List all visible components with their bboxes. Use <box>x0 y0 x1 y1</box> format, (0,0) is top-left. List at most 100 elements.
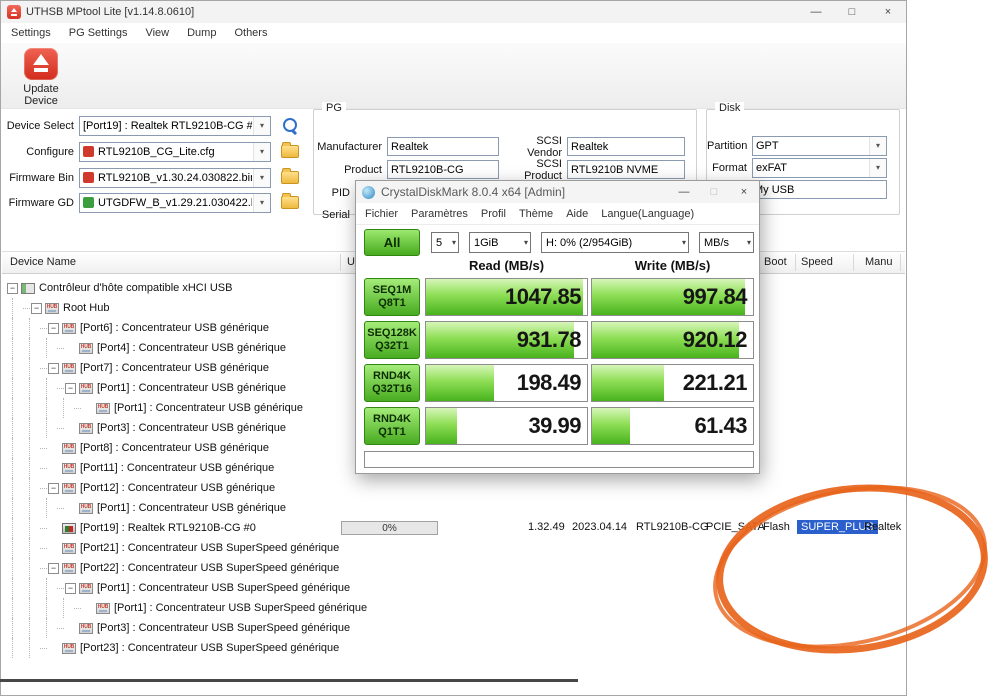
tree-item-label: [Port22] : Concentrateur USB SuperSpeed … <box>80 562 339 574</box>
cdm-write-cell: 221.21 <box>591 364 754 402</box>
column-header-manu[interactable]: Manu <box>865 256 893 268</box>
tree-connector <box>41 538 48 558</box>
cdm-menu-item[interactable]: Langue(Language) <box>601 208 694 220</box>
tree-expand-toggle[interactable]: − <box>65 383 76 394</box>
tree-expand-toggle[interactable]: − <box>7 283 18 294</box>
volume-name-field[interactable]: My USB <box>750 180 887 199</box>
product-field[interactable]: RTL9210B-CG <box>387 160 499 179</box>
tree-connector <box>75 398 82 418</box>
tree-connector <box>41 638 48 658</box>
cdm-test-size-select[interactable]: 1GiB ▾ <box>469 232 531 253</box>
tree-guide-line <box>24 438 41 458</box>
tree-expand-toggle[interactable]: − <box>48 563 59 574</box>
cdm-test-name: RND4K <box>373 413 411 426</box>
tree-expand-toggle[interactable]: − <box>65 583 76 594</box>
tree-item[interactable]: −[Port1] : Concentrateur USB SuperSpeed … <box>7 578 905 598</box>
tree-item[interactable]: −[Port12] : Concentrateur USB générique <box>7 478 905 498</box>
firmware-bin-combo[interactable]: RTL9210B_v1.30.24.030822.bin ▾ <box>79 168 271 188</box>
column-header-boot[interactable]: Boot <box>764 256 787 268</box>
usb-hub-icon <box>45 303 59 314</box>
folder-icon <box>281 145 299 158</box>
firmware-bin-browse-button[interactable] <box>277 167 303 189</box>
tree-guide-line <box>7 458 24 478</box>
tree-item-label: [Port1] : Concentrateur USB générique <box>97 382 286 394</box>
tree-connector <box>41 358 48 378</box>
scsi-vendor-field[interactable]: Realtek <box>567 137 685 156</box>
tree-guide-line <box>41 378 58 398</box>
configure-browse-button[interactable] <box>277 141 303 163</box>
cdm-menu-item[interactable]: Aide <box>566 208 588 220</box>
menu-item[interactable]: View <box>145 27 169 39</box>
cdm-menu-item[interactable]: Thème <box>519 208 553 220</box>
tree-item[interactable]: [Port1] : Concentrateur USB générique <box>7 498 905 518</box>
device-select-combo[interactable]: [Port19] : Realtek RTL9210B-CG #0 ▾ <box>79 116 271 136</box>
firmware-gd-value: UTGDFW_B_v1.29.21.030422.bin <box>98 197 252 209</box>
cdm-comment-field[interactable] <box>364 451 754 468</box>
tree-expand-toggle[interactable]: − <box>31 303 42 314</box>
menu-item[interactable]: Dump <box>187 27 216 39</box>
usb-hub-icon <box>79 583 93 594</box>
usb-hub-icon <box>62 483 76 494</box>
tree-item[interactable]: − [Port22] : Concentrateur USB SuperSpeed… <box>7 558 905 578</box>
cdm-test-queue-thread: Q32T1 <box>375 340 409 353</box>
cdm-menu-item[interactable]: Fichier <box>365 208 398 220</box>
cdm-maximize-button[interactable]: □ <box>699 181 729 203</box>
tree-item[interactable]: [Port3] : Concentrateur USB SuperSpeed g… <box>7 618 905 638</box>
cdm-menu-item[interactable]: Paramètres <box>411 208 468 220</box>
device-select-label: Device Select <box>1 120 79 132</box>
mptool-titlebar[interactable]: UTHSB MPtool Lite [v1.14.8.0610] — □ × <box>1 1 906 23</box>
update-device-icon <box>24 48 58 80</box>
firmware-gd-combo[interactable]: UTGDFW_B_v1.29.21.030422.bin ▾ <box>79 193 271 213</box>
usb-hub-icon <box>79 343 93 354</box>
cdm-test-count-select[interactable]: 5 ▾ <box>431 232 459 253</box>
cdm-test-button[interactable]: SEQ1MQ8T1 <box>364 278 420 316</box>
usb-hub-icon <box>62 543 76 554</box>
tree-expand-toggle[interactable]: − <box>48 363 59 374</box>
menu-item[interactable]: Settings <box>11 27 51 39</box>
cdm-test-button[interactable]: RND4KQ1T1 <box>364 407 420 445</box>
mptool-app-icon <box>7 5 21 19</box>
cdm-titlebar[interactable]: CrystalDiskMark 8.0.4 x64 [Admin] — □ × <box>356 181 759 203</box>
tree-guide-line <box>7 518 24 538</box>
column-header-speed[interactable]: Speed <box>801 256 833 268</box>
firmware-gd-browse-button[interactable] <box>277 192 303 214</box>
tree-connector <box>58 418 65 438</box>
firmware-bin-file-icon <box>83 172 94 183</box>
column-separator[interactable] <box>900 254 901 271</box>
tree-item-port19[interactable]: [Port19] : Realtek RTL9210B-CG #00%1.32.… <box>7 518 905 538</box>
cdm-target-drive-select[interactable]: H: 0% (2/954GiB) ▾ <box>541 232 689 253</box>
tree-expand-toggle[interactable]: − <box>48 483 59 494</box>
minimize-button[interactable]: — <box>798 1 834 23</box>
tree-guide-line <box>7 398 24 418</box>
cdm-menu-item[interactable]: Profil <box>481 208 506 220</box>
cdm-test-button[interactable]: RND4KQ32T16 <box>364 364 420 402</box>
configure-combo[interactable]: RTL9210B_CG_Lite.cfg ▾ <box>79 142 271 162</box>
tree-expand-toggle[interactable]: − <box>48 323 59 334</box>
menu-item[interactable]: PG Settings <box>69 27 128 39</box>
partition-combo[interactable]: GPT ▾ <box>752 136 887 156</box>
cdm-minimize-button[interactable]: — <box>669 181 699 203</box>
menu-item[interactable]: Others <box>234 27 267 39</box>
manufacturer-field[interactable]: Realtek <box>387 137 499 156</box>
update-device-button[interactable]: Update Device <box>9 46 73 107</box>
tree-item[interactable]: [Port21] : Concentrateur USB SuperSpeed … <box>7 538 905 558</box>
column-header-device-name[interactable]: Device Name <box>10 256 76 268</box>
tree-guide-line <box>7 638 24 658</box>
tree-guide-line <box>24 618 41 638</box>
close-button[interactable]: × <box>870 1 906 23</box>
format-combo[interactable]: exFAT ▾ <box>752 158 887 178</box>
usb-hub-icon <box>79 383 93 394</box>
tree-item[interactable]: [Port23] : Concentrateur USB SuperSpeed … <box>7 638 905 658</box>
cdm-unit-select[interactable]: MB/s ▾ <box>699 232 754 253</box>
usb-hub-icon <box>62 643 76 654</box>
tree-item[interactable]: [Port1] : Concentrateur USB SuperSpeed g… <box>7 598 905 618</box>
column-separator[interactable] <box>795 254 796 271</box>
device-search-button[interactable] <box>277 115 303 137</box>
scsi-product-field[interactable]: RTL9210B NVME <box>567 160 685 179</box>
cdm-all-button[interactable]: All <box>364 229 420 256</box>
cdm-close-button[interactable]: × <box>729 181 759 203</box>
column-separator[interactable] <box>340 254 341 271</box>
column-separator[interactable] <box>853 254 854 271</box>
maximize-button[interactable]: □ <box>834 1 870 23</box>
cdm-test-button[interactable]: SEQ128KQ32T1 <box>364 321 420 359</box>
